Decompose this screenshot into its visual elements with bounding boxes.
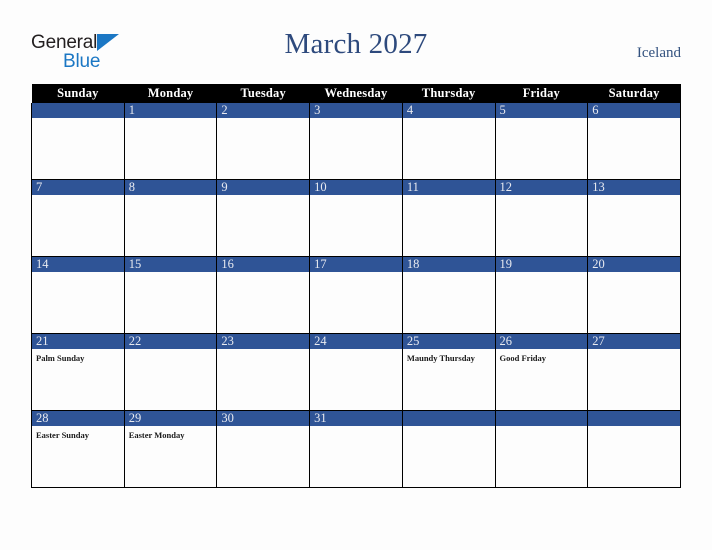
- calendar-day-cell[interactable]: 3: [309, 103, 403, 180]
- calendar-day-cell[interactable]: 4: [401, 103, 496, 180]
- day-number: 12: [495, 180, 588, 195]
- day-number: 9: [217, 180, 310, 195]
- weekday-header-sunday: Sunday: [31, 84, 125, 103]
- calendar-day-cell[interactable]: [401, 410, 496, 488]
- calendar-day-cell[interactable]: 16: [216, 256, 311, 334]
- calendar-day-cell[interactable]: 10: [309, 179, 403, 257]
- calendar-day-cell[interactable]: 2: [216, 103, 311, 180]
- calendar-day-cell[interactable]: 14: [31, 256, 125, 334]
- calendar-day-cell[interactable]: 21 Palm Sunday: [31, 333, 125, 411]
- calendar-day-cell[interactable]: 7: [31, 179, 125, 257]
- day-number: 15: [124, 257, 217, 272]
- calendar-body: 1 2 3 4 5 6 7 8 9 10 11 12 13 14 15 16 17 18 19 20 21 Palm Su…: [31, 103, 681, 488]
- calendar-day-cell[interactable]: 8: [123, 179, 218, 257]
- calendar-day-cell[interactable]: [494, 410, 589, 488]
- day-number: 25: [402, 334, 495, 349]
- calendar-day-cell[interactable]: 31: [309, 410, 403, 488]
- day-number: [588, 411, 680, 426]
- calendar-day-cell[interactable]: 5: [494, 103, 589, 180]
- calendar-day-cell[interactable]: 1: [123, 103, 218, 180]
- day-number: 17: [310, 257, 402, 272]
- region-label: Iceland: [636, 45, 681, 61]
- calendar-day-cell[interactable]: 13: [587, 179, 681, 257]
- calendar-day-cell[interactable]: 24: [309, 333, 403, 411]
- day-number: 20: [588, 257, 680, 272]
- day-number: 8: [124, 180, 217, 195]
- day-number: [32, 103, 124, 118]
- calendar-day-cell[interactable]: [31, 103, 125, 180]
- weekday-header-monday: Monday: [124, 84, 217, 103]
- calendar-day-cell[interactable]: 23: [216, 333, 311, 411]
- day-number: 16: [217, 257, 310, 272]
- calendar-day-cell[interactable]: 30: [216, 410, 311, 488]
- calendar-week-row: 28 Easter Sunday 29 Easter Monday 30 31: [31, 410, 681, 488]
- calendar-day-cell[interactable]: 26 Good Friday: [494, 333, 589, 411]
- day-number: 27: [588, 334, 680, 349]
- calendar-day-cell[interactable]: 17: [309, 256, 403, 334]
- day-number: 13: [588, 180, 680, 195]
- holiday-label: Easter Monday: [128, 430, 185, 440]
- calendar-day-cell[interactable]: 25 Maundy Thursday: [401, 333, 496, 411]
- day-number: 29: [124, 411, 217, 426]
- calendar-day-cell[interactable]: 18: [401, 256, 496, 334]
- calendar-week-row: 21 Palm Sunday 22 23 24 25 Maundy Thursday 26 Go…: [31, 333, 681, 411]
- holiday-label: Palm Sunday: [36, 353, 85, 363]
- calendar-day-cell[interactable]: 29 Easter Monday: [123, 410, 218, 488]
- calendar-week-row: 7 8 9 10 11 12 13: [31, 179, 681, 257]
- page-header: General Blue March 2027 Iceland: [0, 0, 712, 84]
- holiday-label: Maundy Thursday: [406, 353, 475, 363]
- day-number: 2: [217, 103, 310, 118]
- weekday-header-wednesday: Wednesday: [309, 84, 403, 103]
- calendar-day-cell[interactable]: 12: [494, 179, 589, 257]
- day-number: 5: [495, 103, 588, 118]
- page-title: March 2027: [284, 28, 428, 60]
- holiday-label: Good Friday: [499, 353, 547, 363]
- day-number: 31: [310, 411, 402, 426]
- day-number: 14: [32, 257, 124, 272]
- day-number: 6: [588, 103, 680, 118]
- day-number: 3: [310, 103, 402, 118]
- day-number: 21: [32, 334, 124, 349]
- calendar-day-cell[interactable]: 27: [587, 333, 681, 411]
- day-number: 19: [495, 257, 588, 272]
- day-number: [495, 411, 588, 426]
- calendar-day-cell[interactable]: 11: [401, 179, 496, 257]
- calendar-week-row: 14 15 16 17 18 19 20: [31, 256, 681, 334]
- day-number: 7: [32, 180, 124, 195]
- day-number: 18: [402, 257, 495, 272]
- day-number: [402, 411, 495, 426]
- calendar-day-cell[interactable]: [587, 410, 681, 488]
- day-number: 28: [32, 411, 124, 426]
- day-number: 30: [217, 411, 310, 426]
- day-number: 10: [310, 180, 402, 195]
- calendar-week-row: 123456: [31, 103, 681, 180]
- calendar-page: General Blue March 2027 Iceland Sunday M…: [0, 0, 712, 550]
- day-number: 24: [310, 334, 402, 349]
- calendar-day-cell[interactable]: 15: [123, 256, 218, 334]
- weekday-header-row: Sunday Monday Tuesday Wednesday Thursday…: [31, 84, 681, 103]
- weekday-header-saturday: Saturday: [587, 84, 681, 103]
- calendar-day-cell[interactable]: 6: [587, 103, 681, 180]
- calendar-day-cell[interactable]: 9: [216, 179, 311, 257]
- day-number: 26: [495, 334, 588, 349]
- calendar-day-cell[interactable]: 20: [587, 256, 681, 334]
- calendar-day-cell[interactable]: 19: [494, 256, 589, 334]
- day-number: 11: [402, 180, 495, 195]
- calendar-day-cell[interactable]: 28 Easter Sunday: [31, 410, 125, 488]
- day-number: 22: [124, 334, 217, 349]
- day-number: 4: [402, 103, 495, 118]
- holiday-label: Easter Sunday: [36, 430, 89, 440]
- weekday-header-thursday: Thursday: [402, 84, 496, 103]
- weekday-header-friday: Friday: [495, 84, 588, 103]
- weekday-header-tuesday: Tuesday: [216, 84, 310, 103]
- calendar-grid: Sunday Monday Tuesday Wednesday Thursday…: [31, 84, 681, 488]
- day-number: 23: [217, 334, 310, 349]
- calendar-day-cell[interactable]: 22: [123, 333, 218, 411]
- day-number: 1: [124, 103, 217, 118]
